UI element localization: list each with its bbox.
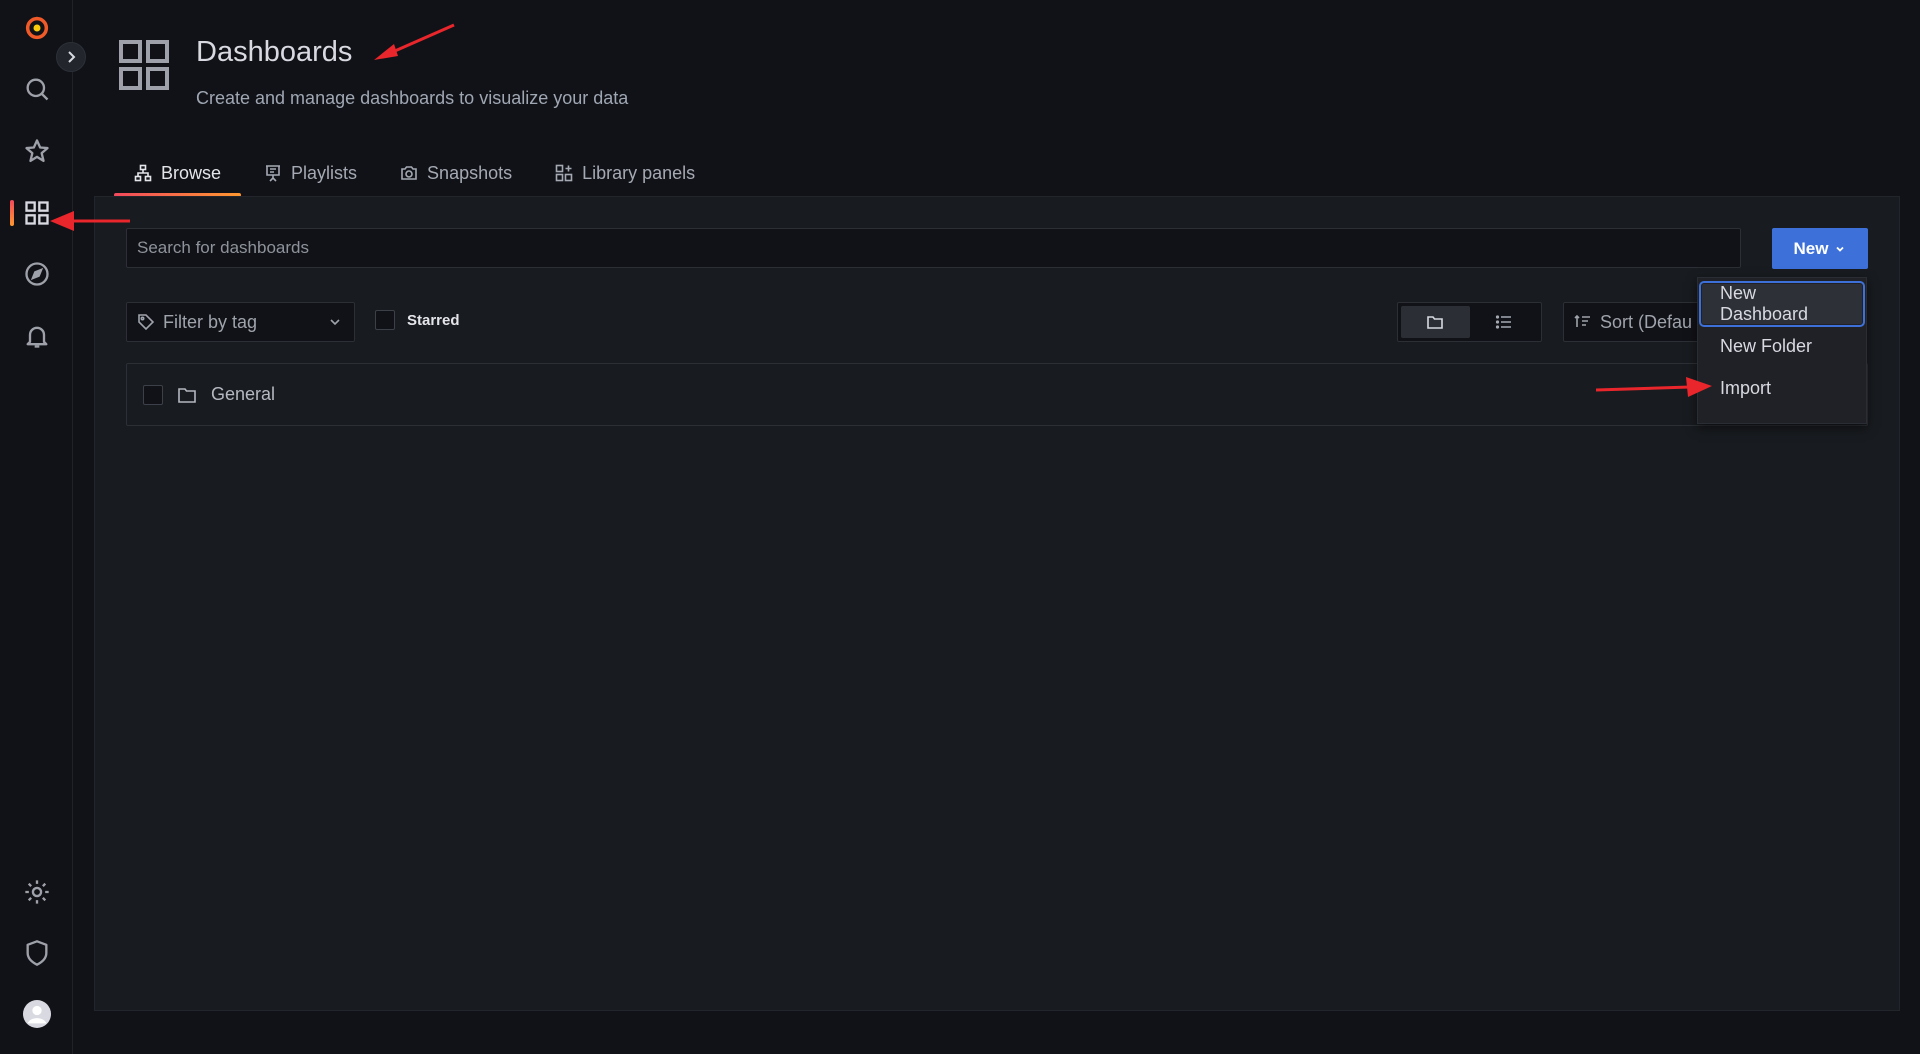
tab-playlists[interactable]: Playlists xyxy=(244,152,377,194)
sidebar xyxy=(0,0,73,1054)
tab-snapshots[interactable]: Snapshots xyxy=(380,152,532,194)
tag-icon xyxy=(138,314,155,331)
tab-label: Browse xyxy=(161,162,222,183)
folder-name: General xyxy=(211,384,276,404)
browse-panel: New Filter by tag Starred Sort (Defau xyxy=(94,196,1900,1011)
starred-filter[interactable]: Starred xyxy=(375,310,460,330)
search-input[interactable] xyxy=(137,238,1730,258)
filter-tag-placeholder: Filter by tag xyxy=(163,311,258,332)
chevron-down-icon xyxy=(330,319,340,326)
library-panel-icon xyxy=(555,164,573,182)
apps-icon xyxy=(24,201,49,225)
sort-icon xyxy=(1574,314,1590,327)
folder-checkbox[interactable] xyxy=(143,384,163,405)
sitemap-icon xyxy=(134,164,152,182)
sort-label: Sort (Defau xyxy=(1600,311,1693,332)
folder-icon xyxy=(178,387,196,403)
menu-item-new-dashboard[interactable]: New Dashboard xyxy=(1699,281,1865,327)
page-subtitle: Create and manage dashboards to visualiz… xyxy=(196,88,629,108)
dashboards-page-icon xyxy=(119,40,169,90)
tab-bar: Browse Playlists Snapshots Library panel… xyxy=(114,152,718,197)
tab-label: Snapshots xyxy=(427,162,513,183)
gear-icon[interactable] xyxy=(0,867,73,917)
sidebar-expand-button[interactable] xyxy=(56,42,86,72)
sidebar-item-dashboards[interactable] xyxy=(0,188,73,238)
folder-view-button[interactable] xyxy=(1401,306,1470,338)
tab-library-panels[interactable]: Library panels xyxy=(535,152,715,194)
compass-icon[interactable] xyxy=(0,249,73,299)
filter-by-tag-select[interactable]: Filter by tag xyxy=(126,302,355,342)
list-view-button[interactable] xyxy=(1470,306,1539,338)
new-dropdown-menu: New Dashboard New Folder Import xyxy=(1697,277,1867,424)
starred-checkbox[interactable] xyxy=(375,310,395,330)
annotation-arrow-title xyxy=(374,23,455,60)
chevron-right-icon xyxy=(68,51,76,63)
dashboard-search xyxy=(126,228,1741,268)
tab-browse[interactable]: Browse xyxy=(114,152,242,197)
avatar[interactable] xyxy=(0,989,73,1039)
search-icon[interactable] xyxy=(0,64,73,114)
view-toggle xyxy=(1397,302,1542,342)
bell-icon[interactable] xyxy=(0,311,73,361)
star-icon[interactable] xyxy=(0,126,73,176)
list-icon xyxy=(1495,315,1511,329)
chevron-down-icon xyxy=(1836,246,1845,252)
new-button[interactable]: New xyxy=(1772,228,1868,269)
tab-label: Playlists xyxy=(291,162,358,183)
shield-icon[interactable] xyxy=(0,928,73,978)
menu-item-new-folder[interactable]: New Folder xyxy=(1702,326,1862,366)
folder-row-general[interactable]: General xyxy=(126,363,1868,426)
starred-label: Starred xyxy=(407,311,460,329)
camera-icon xyxy=(401,166,417,180)
app-root: Dashboards Create and manage dashboards … xyxy=(0,0,1920,1054)
new-button-label: New xyxy=(1793,238,1829,258)
tab-label: Library panels xyxy=(582,162,696,183)
presentation-icon xyxy=(266,165,281,182)
page-title: Dashboards xyxy=(196,36,353,68)
menu-item-import[interactable]: Import xyxy=(1702,368,1862,408)
folder-icon xyxy=(1427,316,1444,329)
